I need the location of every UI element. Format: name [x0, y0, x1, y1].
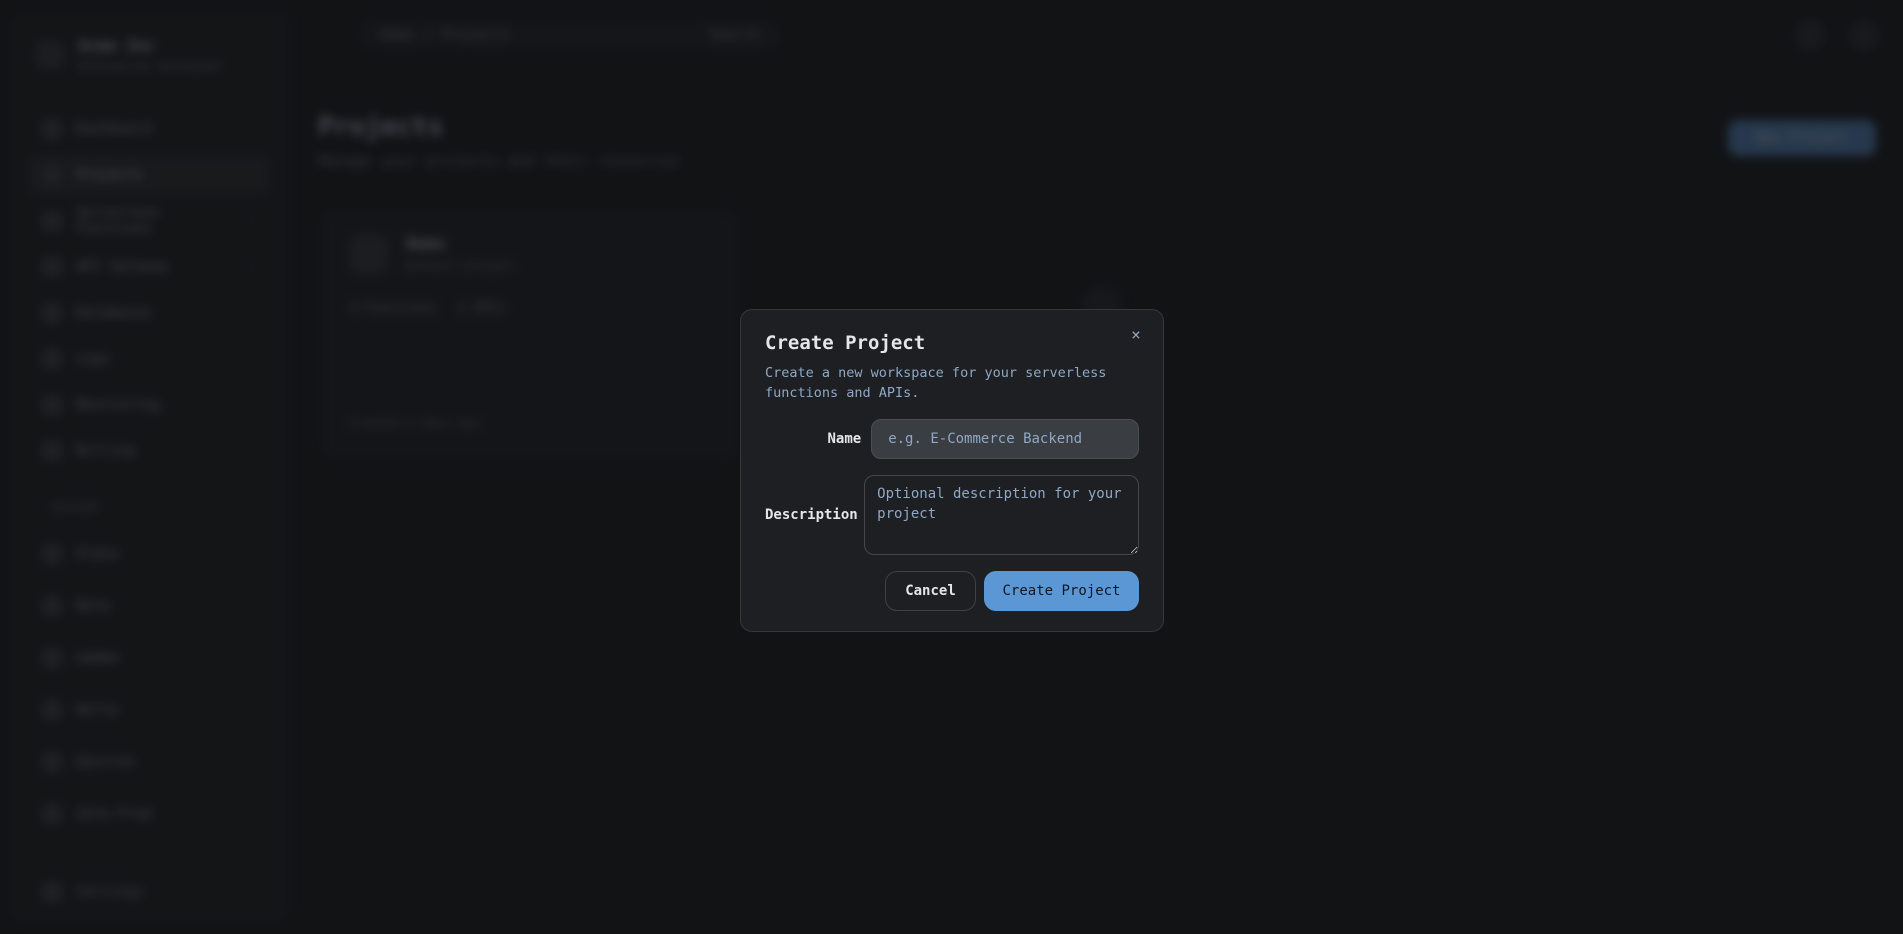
close-icon[interactable]: ×	[1127, 326, 1145, 344]
description-row: Description	[765, 475, 1139, 555]
name-label: Name	[827, 431, 862, 447]
create-project-button[interactable]: Create Project	[984, 571, 1139, 611]
cancel-button[interactable]: Cancel	[885, 571, 976, 611]
name-input[interactable]	[871, 419, 1139, 459]
description-label: Description	[765, 507, 858, 523]
description-textarea[interactable]	[864, 475, 1139, 555]
dialog-description: Create a new workspace for your serverle…	[765, 365, 1107, 401]
dialog-actions: Cancel Create Project	[765, 571, 1139, 611]
create-project-dialog: × Create Project Create a new workspace …	[740, 309, 1164, 632]
dialog-title: Create Project	[765, 332, 926, 354]
name-row: Name	[765, 419, 1139, 459]
